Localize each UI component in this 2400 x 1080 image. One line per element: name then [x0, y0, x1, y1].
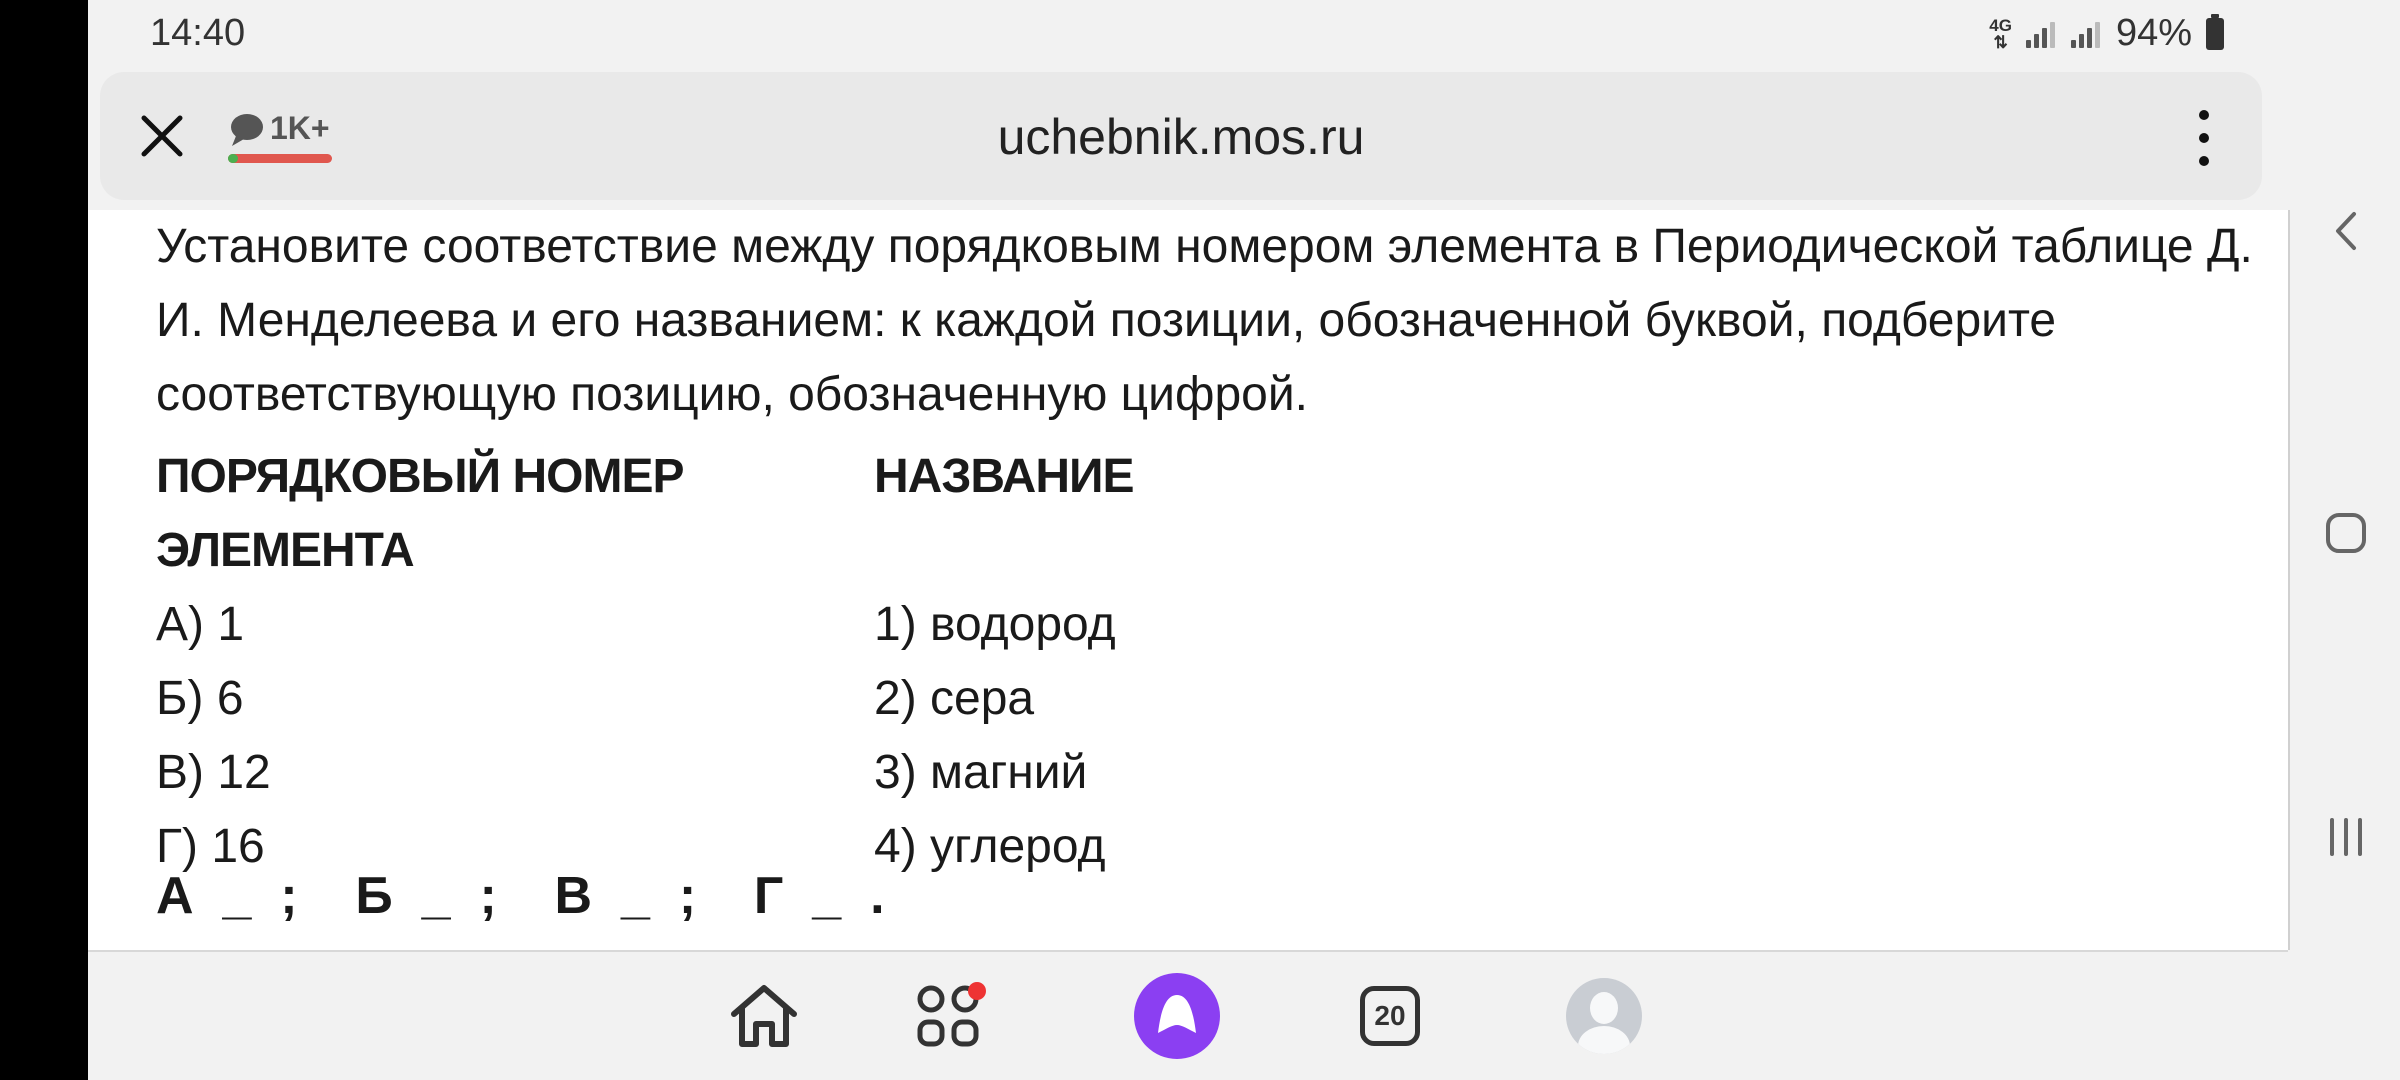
tabs-button[interactable]: 20	[1350, 976, 1430, 1056]
right-column-header-spacer	[874, 514, 1474, 588]
home-button[interactable]	[724, 976, 804, 1056]
tabs-count: 20	[1374, 1000, 1406, 1031]
network-type-label: 4G	[1989, 15, 2012, 35]
browser-bottom-nav: 20	[88, 952, 2400, 1080]
list-item: 2) сера	[874, 672, 1035, 725]
services-button[interactable]	[908, 976, 988, 1056]
task-content: Установите соответствие между порядковым…	[156, 210, 2256, 925]
signal-strength-icon	[2025, 20, 2055, 48]
signal-strength-2-icon	[2070, 20, 2100, 48]
task-question-text: Установите соответствие между порядковым…	[156, 220, 2253, 421]
phone-screen: 14:40 4G ⇅ 94% 1K+ uchebnik.mos.ru Устан…	[88, 0, 2400, 1080]
system-home-button[interactable]	[2324, 508, 2368, 558]
avatar-icon	[1566, 978, 1642, 1054]
alice-voice-assistant-icon	[1158, 995, 1196, 1033]
system-back-button[interactable]	[2324, 206, 2368, 256]
battery-percent: 94%	[2115, 12, 2192, 54]
web-page-content[interactable]: Установите соответствие между порядковым…	[88, 210, 2288, 950]
status-time: 14:40	[150, 12, 246, 54]
list-item: А) 1	[156, 598, 245, 651]
notification-dot	[968, 982, 986, 1000]
status-indicators: 4G ⇅ 94%	[1989, 12, 2224, 55]
menu-button[interactable]	[2194, 110, 2214, 166]
browser-address-bar: 1K+ uchebnik.mos.ru	[100, 72, 2262, 200]
list-item: 3) магний	[874, 746, 1088, 799]
right-column-header: НАЗВАНИЕ	[874, 450, 1135, 503]
list-item: 1) водород	[874, 598, 1116, 651]
home-icon	[731, 985, 797, 1047]
battery-icon	[2206, 13, 2224, 50]
system-home-icon	[2326, 513, 2366, 553]
alice-assistant-button[interactable]	[1134, 973, 1220, 1059]
data-transfer-arrows-icon: ⇅	[1993, 32, 2008, 52]
profile-button[interactable]	[1564, 976, 1644, 1056]
answer-template: А _ ; Б _ ; В _ ; Г _ .	[156, 867, 885, 925]
left-column-header-line2: ЭЛЕМЕНТА	[156, 524, 415, 577]
network-type-icon: 4G ⇅	[1989, 17, 2012, 51]
site-url[interactable]: uchebnik.mos.ru	[100, 108, 2262, 166]
right-column: НАЗВАНИЕ 1) водород 2) сера 3) магний 4)…	[874, 440, 1474, 884]
kebab-menu-icon	[2199, 110, 2209, 120]
status-bar: 14:40 4G ⇅ 94%	[88, 0, 2400, 68]
left-column-header: ПОРЯДКОВЫЙ НОМЕР	[156, 450, 685, 503]
recents-icon	[2330, 818, 2362, 856]
system-navigation-bar	[2288, 0, 2400, 1080]
left-column: ПОРЯДКОВЫЙ НОМЕР ЭЛЕМЕНТА А) 1 Б) 6 В) 1…	[156, 440, 856, 884]
list-item: 4) углерод	[874, 820, 1106, 873]
system-recents-button[interactable]	[2324, 812, 2368, 862]
tabs-icon: 20	[1360, 986, 1420, 1046]
back-chevron-icon	[2336, 212, 2356, 250]
list-item: Б) 6	[156, 672, 244, 725]
list-item: В) 12	[156, 746, 271, 799]
